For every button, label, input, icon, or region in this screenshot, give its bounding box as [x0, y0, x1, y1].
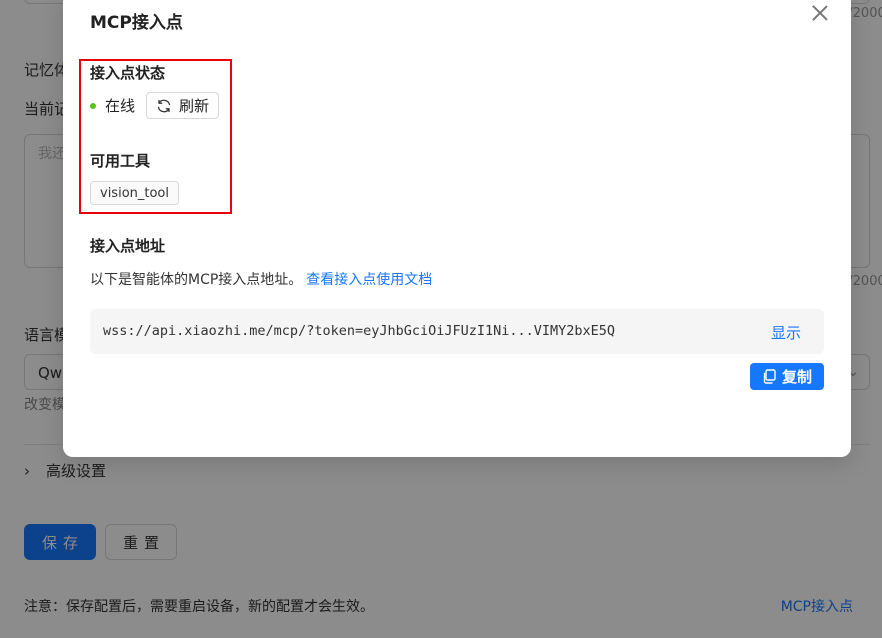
tool-tag: vision_tool	[90, 181, 179, 205]
dialog-title: MCP接入点	[90, 13, 183, 33]
endpoint-status: 在线 刷新	[90, 92, 220, 119]
address-description-text: 以下是智能体的MCP接入点地址。	[90, 272, 303, 288]
show-token-button[interactable]: 显示	[771, 322, 801, 343]
status-text: 在线	[105, 97, 136, 115]
tools-section-title: 可用工具	[90, 152, 151, 170]
copy-button[interactable]: 复制	[750, 363, 824, 390]
address-description: 以下是智能体的MCP接入点地址。 查看接入点使用文档	[90, 269, 432, 289]
close-icon[interactable]	[811, 4, 829, 22]
copy-icon	[763, 369, 776, 384]
copy-label: 复制	[781, 368, 812, 386]
online-status-dot	[90, 102, 96, 109]
refresh-button[interactable]: 刷新	[146, 92, 220, 119]
mcp-endpoint-dialog: MCP接入点 接入点状态 在线 刷新 可用工具 vision_tool 接入点地…	[63, 0, 851, 457]
status-section-title: 接入点状态	[90, 64, 166, 82]
endpoint-url-box: wss://api.xiaozhi.me/mcp/?token=eyJhbGci…	[90, 309, 824, 354]
endpoint-url: wss://api.xiaozhi.me/mcp/?token=eyJhbGci…	[103, 323, 616, 339]
docs-link[interactable]: 查看接入点使用文档	[306, 272, 432, 288]
address-section-title: 接入点地址	[90, 237, 166, 255]
refresh-label: 刷新	[179, 97, 210, 115]
refresh-icon	[157, 99, 171, 112]
